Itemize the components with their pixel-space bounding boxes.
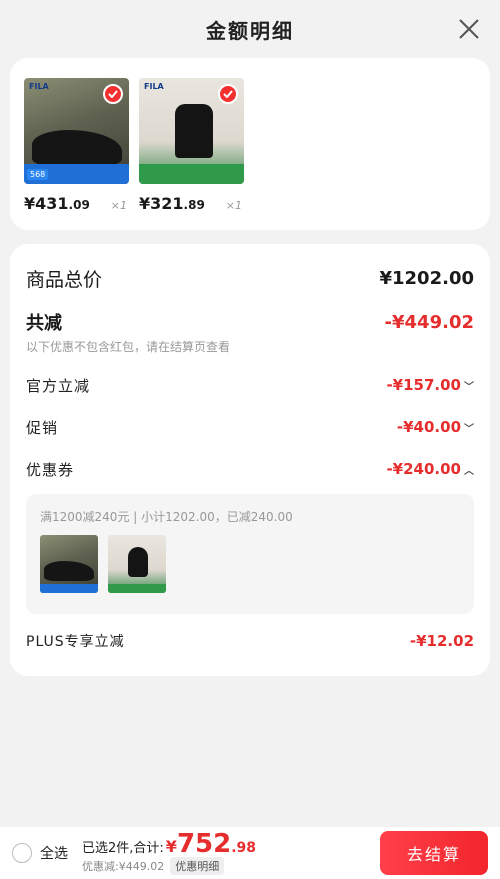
coupon-products	[40, 535, 460, 593]
coupon-detail-text: 满1200减240元 | 小计1202.00，已减240.00	[40, 510, 293, 524]
coupon-detail-box: 满1200减240元 | 小计1202.00，已减240.00	[26, 494, 474, 614]
product-price: ¥431.09	[24, 194, 90, 213]
total-row: 商品总价 ¥1202.00	[26, 244, 474, 308]
bag-image	[175, 104, 213, 158]
sum-integer: 752	[176, 829, 232, 859]
promo-value: -¥40.00 ﹀	[396, 418, 474, 436]
official-value: -¥157.00 ﹀	[386, 376, 474, 394]
product-item[interactable]: FILA ¥321.89 ×1	[139, 78, 244, 230]
mini-product-shoe	[40, 535, 98, 593]
reduce-value: -¥449.02	[384, 311, 474, 333]
official-label: 官方立减	[26, 376, 91, 395]
sum-decimal: .98	[231, 840, 257, 856]
brand-logo: FILA	[29, 82, 49, 91]
page-title: 金额明细	[206, 18, 294, 43]
plus-label: PLUS专享立减	[26, 634, 125, 650]
checked-icon[interactable]	[218, 84, 238, 104]
discount-note: 以下优惠不包含红包，请在结算页查看	[26, 340, 231, 354]
total-label: 商品总价	[26, 268, 103, 291]
checkout-button[interactable]: 去结算	[380, 831, 488, 875]
brand-logo: FILA	[144, 82, 164, 91]
plus-discount-row: PLUS专享立减 -¥12.02	[26, 620, 474, 662]
shoe-image	[32, 130, 122, 166]
total-value: ¥1202.00	[379, 267, 474, 289]
promo-label: 促销	[26, 418, 59, 437]
product-image-bag[interactable]: FILA	[139, 78, 244, 184]
strip-tag: 568	[27, 168, 49, 180]
chevron-up-icon: ︿	[464, 465, 474, 477]
bottom-bar: 全选 已选2件,合计: ¥ 752 .98 优惠减:¥449.02 优惠明细 去…	[0, 827, 500, 879]
chevron-down-icon: ﹀	[464, 381, 474, 393]
close-icon[interactable]	[458, 18, 480, 40]
sum-yen: ¥	[165, 837, 177, 856]
products-card: FILA 568 ¥431.09 ×1 FILA ¥321.89 ×1	[10, 58, 490, 230]
coupon-value: -¥240.00 ︿	[386, 460, 474, 478]
selected-text: 已选2件,合计:	[82, 841, 164, 856]
discount-text: 优惠减:¥449.02	[82, 860, 165, 873]
header: 金额明细	[0, 0, 500, 58]
chevron-down-icon: ﹀	[464, 423, 474, 435]
plus-value: -¥12.02	[409, 632, 474, 650]
promo-row[interactable]: 促销 -¥40.00 ﹀	[26, 406, 474, 448]
product-price: ¥321.89	[139, 194, 205, 213]
amount-detail-card: 商品总价 ¥1202.00 共减 -¥449.02 以下优惠不包含红包，请在结算…	[10, 244, 490, 676]
product-qty: ×1	[110, 199, 127, 212]
mini-product-bag	[108, 535, 166, 593]
select-all-label[interactable]: 全选	[40, 843, 68, 863]
reduce-row: 共减 -¥449.02	[26, 308, 474, 336]
official-discount-row[interactable]: 官方立减 -¥157.00 ﹀	[26, 364, 474, 406]
reduce-label: 共减	[26, 313, 62, 334]
sum-block: 已选2件,合计: ¥ 752 .98 优惠减:¥449.02 优惠明细	[82, 831, 256, 875]
checked-icon[interactable]	[103, 84, 123, 104]
product-image-shoe[interactable]: FILA 568	[24, 78, 129, 184]
product-item[interactable]: FILA 568 ¥431.09 ×1	[24, 78, 129, 230]
product-qty: ×1	[225, 199, 242, 212]
coupon-row[interactable]: 优惠券 -¥240.00 ︿	[26, 448, 474, 490]
promo-strip: 568	[24, 164, 129, 184]
discount-detail-button[interactable]: 优惠明细	[170, 857, 225, 875]
select-all-radio[interactable]	[12, 843, 32, 863]
coupon-label: 优惠券	[26, 460, 75, 479]
promo-strip	[139, 164, 244, 184]
